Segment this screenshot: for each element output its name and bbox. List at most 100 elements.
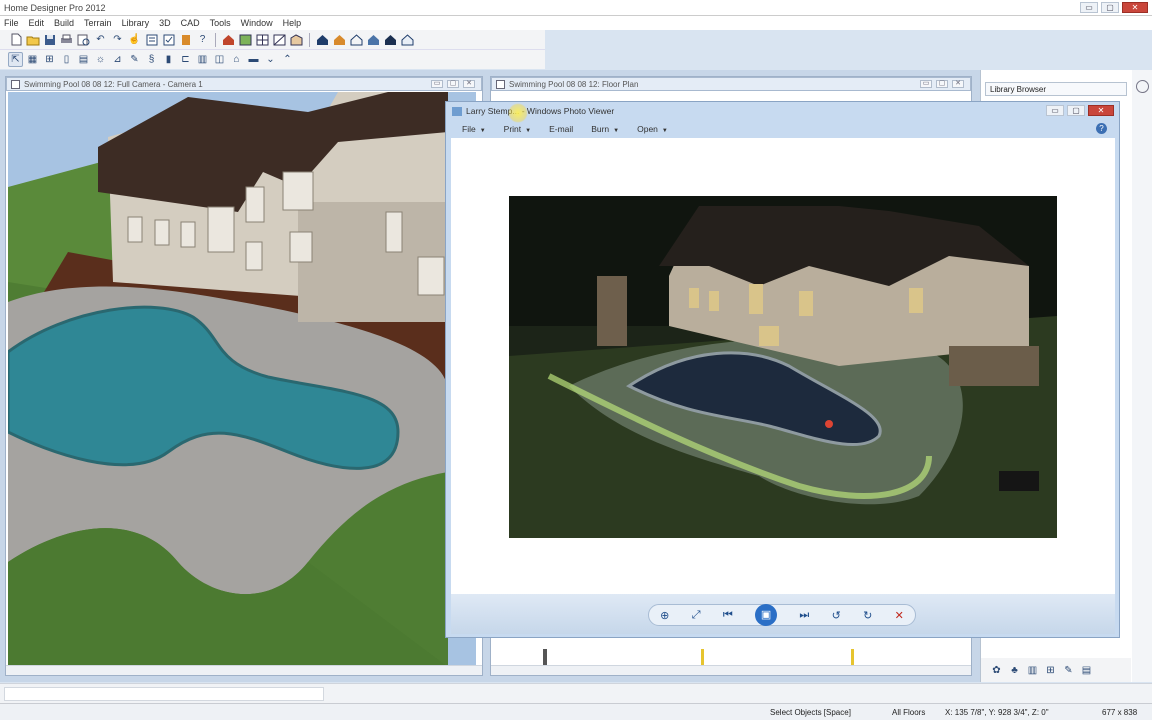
select-objects-icon[interactable]: ⇱ — [8, 52, 23, 67]
layout-icon[interactable]: ⊞ — [1043, 663, 1058, 678]
close-icon[interactable]: ✕ — [463, 80, 475, 88]
delete-icon[interactable]: ✕ — [895, 609, 904, 622]
rotate-clockwise-icon[interactable]: ↻ — [863, 609, 872, 622]
path-tool-icon[interactable]: ▬ — [246, 52, 261, 67]
pool-tool-icon[interactable]: ◫ — [212, 52, 227, 67]
menu-help[interactable]: Help — [283, 18, 302, 28]
close-button[interactable]: ✕ — [1122, 2, 1148, 13]
cross-section-icon[interactable] — [272, 32, 287, 47]
perspective-view-icon[interactable] — [332, 32, 347, 47]
previous-icon[interactable]: ⏮ — [723, 609, 733, 622]
floor-plan-title: Swimming Pool 08 08 12: Floor Plan — [509, 79, 639, 89]
menu-edit[interactable]: Edit — [29, 18, 45, 28]
plan-view-icon[interactable]: ▥ — [1025, 663, 1040, 678]
cursor-highlight — [508, 103, 528, 123]
pencil-tool-icon[interactable]: ✎ — [127, 52, 142, 67]
check-icon[interactable] — [161, 32, 176, 47]
menu-terrain[interactable]: Terrain — [84, 18, 112, 28]
text-tool-icon[interactable]: ▮ — [161, 52, 176, 67]
walkthrough-icon[interactable] — [400, 32, 415, 47]
menu-window[interactable]: Window — [241, 18, 273, 28]
camera-view-icon[interactable] — [315, 32, 330, 47]
elevation-icon[interactable] — [289, 32, 304, 47]
text-icon[interactable]: ▤ — [1079, 663, 1094, 678]
terrain-tool-icon[interactable]: ▥ — [195, 52, 210, 67]
zoom-icon[interactable]: ⊕ — [660, 609, 669, 622]
maximize-icon[interactable]: ▢ — [936, 80, 948, 88]
maximize-button[interactable]: ▢ — [1067, 105, 1085, 116]
close-button[interactable]: ✕ — [1088, 105, 1114, 116]
maximize-icon[interactable]: ▢ — [447, 80, 459, 88]
command-input[interactable] — [4, 687, 324, 701]
photo-viewer-menubar: File ▼ Print ▼ E-mail Burn ▼ Open ▼ ? — [452, 120, 1115, 137]
app-title: Home Designer Pro 2012 — [4, 3, 106, 13]
pv-menu-open[interactable]: Open ▼ — [637, 124, 668, 134]
photo-viewer-icon — [452, 106, 462, 116]
plan-grid-icon[interactable] — [255, 32, 270, 47]
stairs-tool-icon[interactable]: ⊿ — [110, 52, 125, 67]
actual-size-icon[interactable]: ⤢ — [692, 609, 701, 622]
dimension-tool-icon[interactable]: § — [144, 52, 159, 67]
floor-plan-icon[interactable] — [238, 32, 253, 47]
cabinet-tool-icon[interactable]: ⊞ — [42, 52, 57, 67]
menu-cad[interactable]: CAD — [181, 18, 200, 28]
camera-rendering[interactable] — [8, 92, 476, 667]
chevron-up-icon[interactable]: ⌃ — [280, 52, 295, 67]
app-window-controls: ▭ ▢ ✕ — [1080, 2, 1148, 13]
help-icon[interactable]: ? — [1096, 123, 1107, 134]
glass-house-icon[interactable] — [383, 32, 398, 47]
library-browser-tab[interactable]: Library Browser — [985, 82, 1127, 96]
window-tool-icon[interactable]: ▤ — [76, 52, 91, 67]
minimize-icon[interactable]: ▭ — [920, 80, 932, 88]
menu-3d[interactable]: 3D — [159, 18, 171, 28]
minimize-button[interactable]: ▭ — [1046, 105, 1064, 116]
room-tool-icon[interactable]: ⊏ — [178, 52, 193, 67]
status-hint: Select Objects [Space] — [770, 708, 851, 717]
night-pool-photo[interactable] — [509, 196, 1057, 538]
print-icon[interactable] — [59, 32, 74, 47]
tree-icon[interactable]: ♣ — [1007, 663, 1022, 678]
minimize-button[interactable]: ▭ — [1080, 2, 1098, 13]
print-preview-icon[interactable] — [76, 32, 91, 47]
status-size: 677 x 838 — [1102, 708, 1138, 717]
wall-tool-icon[interactable]: ▦ — [25, 52, 40, 67]
lighting-tool-icon[interactable]: ☼ — [93, 52, 108, 67]
camera-view-window: Swimming Pool 08 08 12: Full Camera - Ca… — [5, 76, 483, 676]
input-bar — [0, 683, 1152, 703]
menu-file[interactable]: File — [4, 18, 19, 28]
menu-library[interactable]: Library — [122, 18, 150, 28]
floor-plan-scrollbar[interactable] — [491, 665, 971, 675]
pv-menu-email[interactable]: E-mail — [549, 124, 573, 134]
help-icon[interactable] — [1136, 80, 1149, 93]
maximize-button[interactable]: ▢ — [1101, 2, 1119, 13]
minimize-icon[interactable]: ▭ — [431, 80, 443, 88]
help-pointer-icon[interactable]: ☝ — [127, 32, 142, 47]
floor-plan-canvas[interactable] — [491, 637, 971, 667]
next-icon[interactable]: ⏭ — [799, 609, 809, 622]
road-tool-icon[interactable]: ⌂ — [229, 52, 244, 67]
rotate-counterclockwise-icon[interactable]: ↺ — [832, 609, 841, 622]
properties-icon[interactable] — [144, 32, 159, 47]
close-icon[interactable]: ✕ — [952, 80, 964, 88]
build-house-icon[interactable] — [221, 32, 236, 47]
chevron-down-icon[interactable]: ⌄ — [263, 52, 278, 67]
door-tool-icon[interactable]: ▯ — [59, 52, 74, 67]
help-icon[interactable]: ? — [195, 32, 210, 47]
undo-icon[interactable]: ↶ — [93, 32, 108, 47]
save-icon[interactable] — [42, 32, 57, 47]
library-icon[interactable] — [178, 32, 193, 47]
menu-tools[interactable]: Tools — [210, 18, 231, 28]
menu-build[interactable]: Build — [54, 18, 74, 28]
pv-menu-print[interactable]: Print ▼ — [504, 124, 531, 134]
pv-menu-file[interactable]: File ▼ — [462, 124, 486, 134]
plant-icon[interactable]: ✿ — [989, 663, 1004, 678]
open-folder-icon[interactable] — [25, 32, 40, 47]
new-file-icon[interactable] — [8, 32, 23, 47]
redo-icon[interactable]: ↷ — [110, 32, 125, 47]
edit-icon[interactable]: ✎ — [1061, 663, 1076, 678]
camera-scrollbar[interactable] — [6, 665, 482, 675]
slideshow-icon[interactable]: ▣ — [755, 604, 778, 626]
dollhouse-view-icon[interactable] — [366, 32, 381, 47]
pv-menu-burn[interactable]: Burn ▼ — [591, 124, 619, 134]
overview-icon[interactable] — [349, 32, 364, 47]
